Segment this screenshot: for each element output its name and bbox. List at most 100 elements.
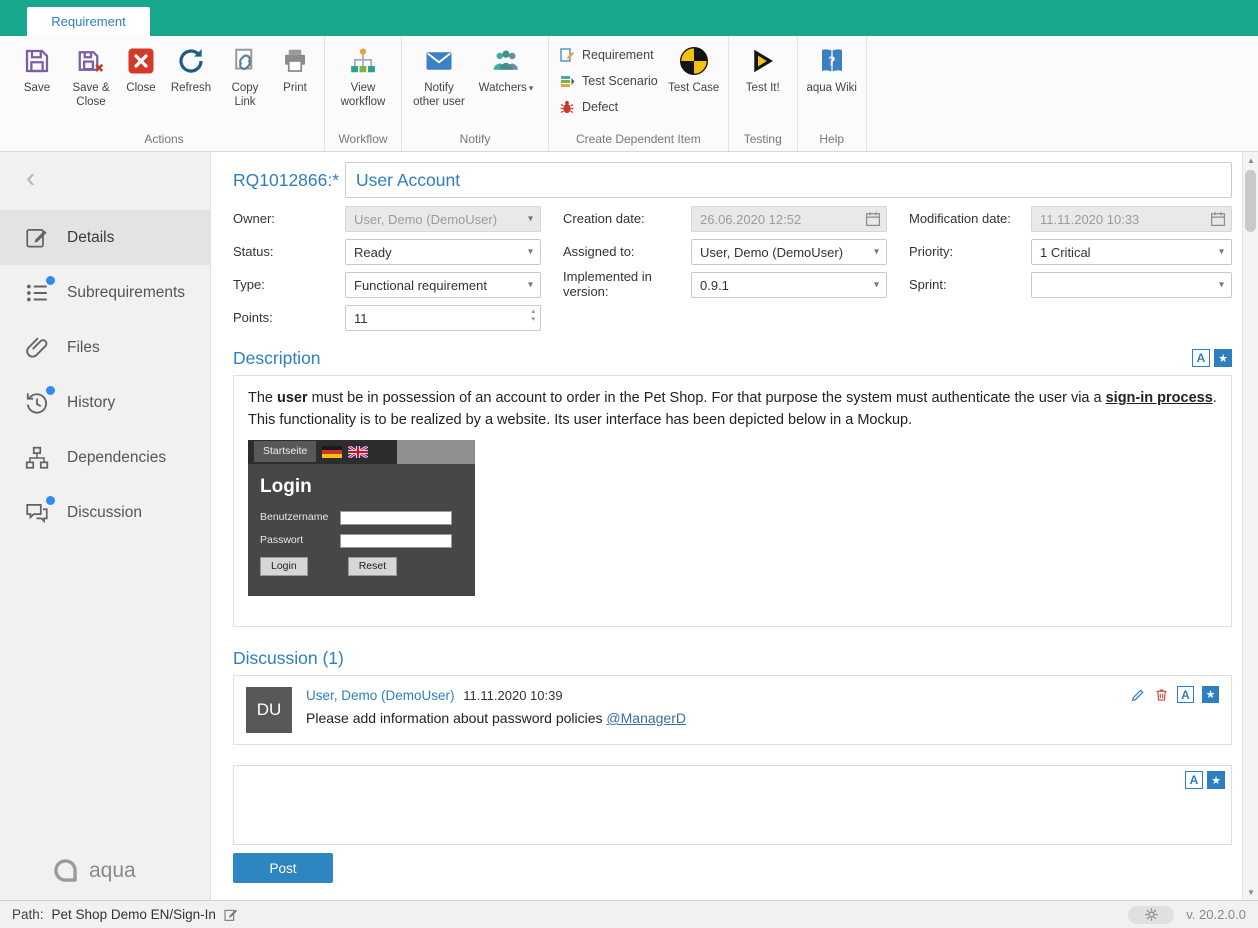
owner-value: User, Demo (DemoUser)	[354, 212, 497, 227]
description-body[interactable]: The user must be in possession of an acc…	[233, 375, 1232, 627]
ribbon-group-workflow: View workflow Workflow	[325, 36, 402, 151]
implemented-in-version-value: 0.9.1	[700, 278, 729, 293]
implemented-in-version-select[interactable]: 0.9.1 ▾	[691, 272, 887, 298]
chevron-down-icon: ▾	[529, 83, 534, 93]
assigned-to-select[interactable]: User, Demo (DemoUser) ▾	[691, 239, 887, 265]
watchers-button-label-wrap: Watchers▾	[479, 82, 534, 96]
ribbon: Save Save & Close Close	[0, 36, 1258, 152]
copy-link-button[interactable]: Copy Link	[218, 36, 272, 126]
test-scenario-icon	[559, 73, 575, 89]
notification-dot	[46, 386, 55, 395]
font-format-icon[interactable]: A	[1185, 771, 1203, 789]
title-input[interactable]: User Account	[345, 162, 1232, 198]
type-select[interactable]: Functional requirement ▾	[345, 272, 541, 298]
paperclip-icon	[24, 335, 50, 361]
points-stepper[interactable]: 11 ▴▾	[345, 305, 541, 331]
implemented-in-version-label: Implemented in version:	[563, 270, 691, 299]
dependent-item-stack: Requirement Test Scenario Defect	[555, 36, 666, 120]
description-header: Description A ★	[233, 345, 1232, 371]
path-label: Path:	[12, 907, 44, 922]
aqua-brand-label: aqua	[89, 859, 136, 883]
create-test-scenario-button-label: Test Scenario	[582, 74, 658, 88]
close-button[interactable]: Close	[118, 36, 164, 126]
description-paragraph-1: The user must be in possession of an acc…	[248, 388, 1217, 410]
favorite-star-icon[interactable]: ★	[1202, 686, 1219, 703]
edit-comment-icon[interactable]	[1130, 687, 1146, 703]
test-it-button-label: Test It!	[746, 82, 780, 96]
path-value: Pet Shop Demo EN/Sign-In	[52, 907, 216, 922]
favorite-star-icon[interactable]: ★	[1214, 349, 1232, 367]
post-button[interactable]: Post	[233, 853, 333, 883]
sidebar-item-subrequirements[interactable]: Subrequirements	[0, 265, 210, 320]
ribbon-group-testing: Test It! Testing	[729, 36, 798, 151]
delete-comment-icon[interactable]	[1154, 687, 1169, 703]
uk-flag-icon	[348, 446, 368, 458]
discussion-heading: Discussion (1)	[233, 648, 344, 669]
discussion-header: Discussion (1)	[233, 645, 1232, 671]
mockup-tab: Startseite	[254, 441, 316, 463]
notify-other-user-button[interactable]: Notify other user	[408, 36, 470, 126]
save-icon	[22, 43, 52, 79]
status-select[interactable]: Ready ▾	[345, 239, 541, 265]
sidebar-item-details[interactable]: Details	[0, 210, 210, 265]
scroll-down-arrow[interactable]: ▼	[1243, 884, 1258, 900]
collapse-sidebar-chevron[interactable]: ‹	[26, 164, 35, 192]
create-defect-button[interactable]: Defect	[555, 94, 666, 120]
priority-select[interactable]: 1 Critical ▾	[1031, 239, 1232, 265]
ribbon-group-label-workflow: Workflow	[331, 129, 395, 151]
create-test-case-button[interactable]: Test Case	[666, 36, 722, 126]
new-comment-input[interactable]: A ★	[233, 765, 1232, 845]
chevron-down-icon: ▾	[528, 280, 533, 291]
history-clock-icon	[24, 390, 50, 416]
vertical-scrollbar[interactable]: ▲ ▼	[1242, 152, 1258, 900]
type-label: Type:	[233, 278, 345, 293]
sidebar-item-dependencies[interactable]: Dependencies	[0, 430, 210, 485]
stepper-arrows-icon[interactable]: ▴▾	[531, 308, 535, 323]
create-defect-button-label: Defect	[582, 100, 618, 114]
save-and-close-button[interactable]: Save & Close	[64, 36, 118, 126]
mention-link[interactable]: @ManagerD	[606, 710, 686, 726]
comment-text: Please add information about password po…	[306, 710, 686, 726]
create-test-scenario-button[interactable]: Test Scenario	[555, 68, 666, 94]
calendar-icon	[1209, 210, 1227, 231]
settings-pill[interactable]	[1128, 906, 1174, 924]
sidebar-item-subrequirements-label: Subrequirements	[67, 284, 185, 302]
print-button-label: Print	[283, 82, 307, 96]
german-flag-icon	[322, 446, 342, 458]
aqua-wiki-button[interactable]: ? aqua Wiki	[804, 36, 860, 126]
status-bar-right: v. 20.2.0.0	[1128, 906, 1246, 924]
modification-date-value: 11.11.2020 10:33	[1040, 212, 1139, 227]
font-format-icon[interactable]: A	[1177, 686, 1194, 703]
create-requirement-button[interactable]: Requirement	[555, 42, 666, 68]
assigned-to-label: Assigned to:	[563, 245, 691, 260]
refresh-button[interactable]: Refresh	[164, 36, 218, 126]
edit-path-icon[interactable]	[223, 907, 239, 923]
sidebar-item-files[interactable]: Files	[0, 320, 210, 375]
sidebar-item-history[interactable]: History	[0, 375, 210, 430]
tab-requirement[interactable]: Requirement	[27, 7, 150, 36]
test-it-button[interactable]: Test It!	[735, 36, 791, 126]
font-format-icon[interactable]: A	[1192, 349, 1210, 367]
print-button[interactable]: Print	[272, 36, 318, 126]
gear-icon	[1144, 907, 1159, 922]
field-grid: Owner: User, Demo (DemoUser) ▾ Creation …	[233, 206, 1232, 331]
test-it-icon	[748, 43, 778, 79]
sidebar-item-dependencies-label: Dependencies	[67, 449, 166, 467]
watchers-button-label: Watchers	[479, 82, 527, 94]
comment-author-link[interactable]: User, Demo (DemoUser)	[306, 688, 455, 703]
watchers-button[interactable]: Watchers▾	[470, 36, 542, 126]
favorite-star-icon[interactable]: ★	[1207, 771, 1225, 789]
refresh-icon	[176, 43, 206, 79]
requirement-icon	[559, 47, 575, 63]
notification-dot	[46, 496, 55, 505]
description-format-icons: A ★	[1192, 349, 1232, 367]
svg-text:?: ?	[828, 53, 835, 68]
sidebar-item-discussion[interactable]: Discussion	[0, 485, 210, 540]
status-bar: Path: Pet Shop Demo EN/Sign-In v. 20.2.0…	[0, 900, 1258, 928]
view-workflow-button[interactable]: View workflow	[331, 36, 395, 126]
sidebar-item-history-label: History	[67, 394, 115, 412]
sprint-select[interactable]: ▾	[1031, 272, 1232, 298]
scroll-up-arrow[interactable]: ▲	[1243, 152, 1258, 168]
scrollbar-thumb[interactable]	[1245, 170, 1256, 232]
save-button[interactable]: Save	[10, 36, 64, 126]
